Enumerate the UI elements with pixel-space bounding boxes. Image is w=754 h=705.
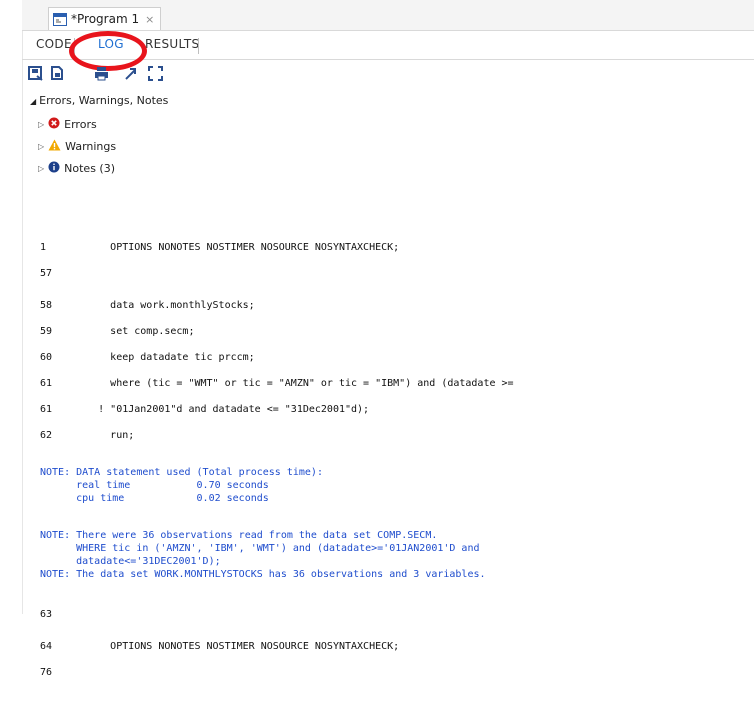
log-line: 59 set comp.secm; (40, 326, 195, 337)
log-toolbar (22, 60, 754, 88)
error-icon (48, 117, 60, 132)
maximize-icon[interactable] (148, 66, 163, 81)
log-line: 61 ! "01Jan2001"d and datadate <= "31Dec… (40, 404, 370, 415)
pop-out-icon[interactable] (123, 66, 138, 81)
log-line: 1 OPTIONS NONOTES NOSTIMER NOSOURCE NOSY… (40, 242, 400, 253)
left-gutter (0, 0, 23, 614)
document-tabstrip: *Program 1 × (22, 0, 754, 31)
log-output: 1 OPTIONS NONOTES NOSTIMER NOSOURCE NOSY… (40, 228, 514, 705)
tab-results[interactable]: RESULTS (145, 37, 199, 51)
program-icon (53, 12, 67, 26)
expand-triangle-icon: ▷ (38, 142, 45, 151)
print-icon[interactable] (94, 66, 109, 81)
log-line: 58 data work.monthlyStocks; (40, 300, 255, 311)
tree-item-label: Notes (3) (64, 162, 116, 175)
log-note: NOTE: DATA statement used (Total process… (40, 467, 323, 504)
section-title: Errors, Warnings, Notes (39, 94, 169, 107)
log-line: 60 keep datadate tic prccm; (40, 352, 255, 363)
tree-item-label: Errors (64, 118, 97, 131)
tree-item-notes[interactable]: ▷ Notes (3) (38, 161, 115, 176)
warning-icon (48, 139, 61, 154)
tree-item-warnings[interactable]: ▷ Warnings (38, 139, 116, 154)
close-tab-icon[interactable]: × (145, 13, 154, 26)
log-note: NOTE: There were 36 observations read fr… (40, 530, 486, 580)
program-tab-title: *Program 1 (71, 12, 140, 26)
tab-divider (198, 38, 199, 54)
log-line: 61 where (tic = "WMT" or tic = "AMZN" or… (40, 378, 514, 389)
info-icon (48, 161, 60, 176)
tab-code[interactable]: CODE (36, 37, 72, 51)
log-line: 57 (40, 268, 53, 279)
sas-studio-window: *Program 1 × CODE LOG RESULTS ◢ Errors, W… (0, 0, 754, 678)
save-as-icon[interactable] (50, 66, 65, 81)
expand-triangle-icon: ▷ (38, 164, 45, 173)
save-icon[interactable] (28, 66, 43, 81)
log-line: 62 run; (40, 430, 135, 441)
log-line: 64 OPTIONS NONOTES NOSTIMER NOSOURCE NOS… (40, 641, 400, 652)
log-line: 63 (40, 609, 53, 620)
log-line: 76 (40, 667, 53, 678)
program-tab[interactable]: *Program 1 × (48, 7, 162, 30)
section-header[interactable]: ◢ Errors, Warnings, Notes (30, 94, 168, 107)
expand-triangle-icon: ▷ (38, 120, 45, 129)
tree-item-label: Warnings (65, 140, 117, 153)
collapse-triangle-icon: ◢ (30, 97, 37, 106)
tree-item-errors[interactable]: ▷ Errors (38, 117, 97, 132)
